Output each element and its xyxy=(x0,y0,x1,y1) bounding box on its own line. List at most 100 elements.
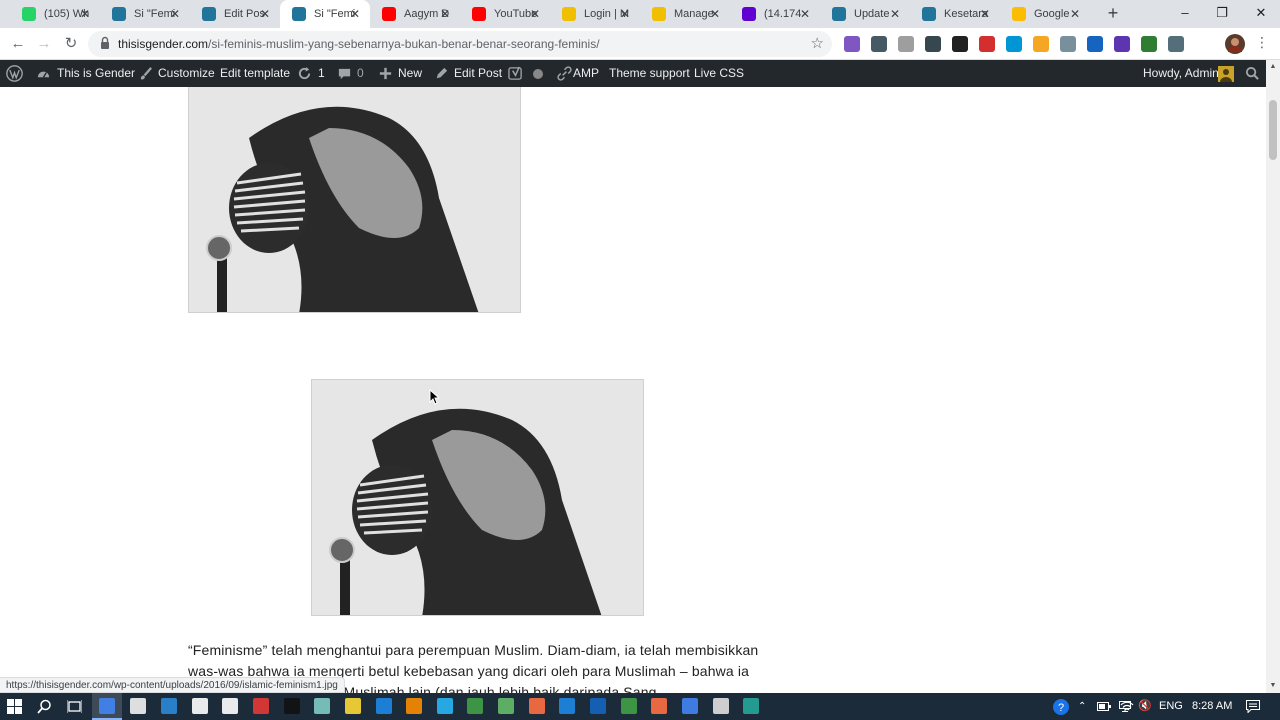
app-icon[interactable] xyxy=(376,698,392,714)
article-image-1[interactable] xyxy=(188,87,521,313)
minimize-button[interactable]: – xyxy=(1166,0,1204,28)
bookmark-star-icon[interactable]: ☆ xyxy=(811,34,824,52)
scroll-up-icon[interactable]: ▲ xyxy=(1266,60,1280,74)
tab-close-icon[interactable]: ✕ xyxy=(438,7,452,21)
page-scrollbar[interactable]: ▲ ▼ xyxy=(1266,60,1280,693)
volume-muted-icon[interactable]: 🔇 xyxy=(1138,693,1152,720)
drive-extension-icon[interactable] xyxy=(925,36,941,52)
app-icon[interactable] xyxy=(621,698,637,714)
settings-gear-icon[interactable] xyxy=(713,698,729,714)
tab-close-icon[interactable]: ✕ xyxy=(708,7,722,21)
app-icon[interactable] xyxy=(498,698,514,714)
onedrive-icon[interactable] xyxy=(437,698,453,714)
address-bar[interactable]: thisisgender.com/si-feminis-muslim-yang-… xyxy=(88,31,832,57)
user-avatar[interactable] xyxy=(1218,66,1234,82)
tray-chevron-up-icon[interactable]: ⌃ xyxy=(1078,693,1086,720)
scroll-down-icon[interactable]: ▼ xyxy=(1266,679,1280,693)
app-icon[interactable] xyxy=(284,698,300,714)
close-window-button[interactable]: ✕ xyxy=(1242,0,1280,28)
tab-close-icon[interactable]: ✕ xyxy=(978,7,992,21)
browser-tab[interactable]: Si "Femi ✕ xyxy=(280,0,370,28)
yoast-seo-icon[interactable] xyxy=(508,66,523,81)
wordpress-logo-icon[interactable] xyxy=(6,65,23,82)
browser-tab[interactable]: Update ✕ xyxy=(820,0,910,28)
vimeo-extension-icon[interactable] xyxy=(1033,36,1049,52)
browser-tab[interactable]: Manage ✕ xyxy=(640,0,730,28)
hp-extension-icon[interactable] xyxy=(1006,36,1022,52)
opera-icon[interactable] xyxy=(253,698,269,714)
notifications-icon[interactable] xyxy=(1246,700,1260,713)
tab-close-icon[interactable]: ✕ xyxy=(888,7,902,21)
camera-extension-icon[interactable] xyxy=(898,36,914,52)
profile-avatar[interactable] xyxy=(1225,34,1245,54)
site-name-link[interactable]: This is Gender xyxy=(57,60,135,87)
grid-extension-icon[interactable] xyxy=(1060,36,1076,52)
mail-icon[interactable] xyxy=(161,698,177,714)
download-extension-icon[interactable] xyxy=(1114,36,1130,52)
app-icon[interactable] xyxy=(314,698,330,714)
customize-link[interactable]: Customize xyxy=(158,60,215,87)
puzzle-extension-icon[interactable] xyxy=(1141,36,1157,52)
tab-close-icon[interactable]: ✕ xyxy=(528,7,542,21)
tab-close-icon[interactable]: ✕ xyxy=(798,7,812,21)
clock[interactable]: 8:28 AM xyxy=(1192,693,1232,720)
browser-tab[interactable]: Aagym D ✕ xyxy=(370,0,460,28)
theme-support-link[interactable]: Theme support xyxy=(609,60,690,87)
key-extension-icon[interactable] xyxy=(1168,36,1184,52)
tab-close-icon[interactable]: ✕ xyxy=(348,7,362,21)
store-icon[interactable] xyxy=(130,698,146,714)
app-icon[interactable] xyxy=(529,698,545,714)
tab-close-icon[interactable]: ✕ xyxy=(1068,7,1082,21)
forward-icon[interactable]: → xyxy=(34,34,54,54)
app-icon[interactable] xyxy=(743,698,759,714)
edit-post-link[interactable]: Edit Post xyxy=(454,60,502,87)
browser-tab[interactable]: Kesetara ✕ xyxy=(910,0,1000,28)
windows-start-icon[interactable] xyxy=(7,699,22,714)
browser-tab[interactable]: Edit Pos ✕ xyxy=(190,0,280,28)
maximize-button[interactable]: ❐ xyxy=(1203,0,1241,28)
search-icon[interactable] xyxy=(1245,66,1260,81)
browser-tab[interactable]: (105) Wh ✕ xyxy=(10,0,100,28)
browser-tab[interactable]: YouTube ✕ xyxy=(460,0,550,28)
chrome-icon[interactable] xyxy=(682,698,698,714)
browser-tab[interactable]: Google ✕ xyxy=(1000,0,1090,28)
browser-tab[interactable]: (14.174 ✕ xyxy=(730,0,820,28)
back-icon[interactable]: ← xyxy=(8,34,28,54)
article-image-2[interactable] xyxy=(311,379,644,616)
screen-extension-icon[interactable] xyxy=(1087,36,1103,52)
browser-tab[interactable]: Si "Femi ✕ xyxy=(100,0,190,28)
updates-icon[interactable] xyxy=(297,66,312,81)
app-icon[interactable] xyxy=(345,698,361,714)
vscode-icon[interactable] xyxy=(559,698,575,714)
reload-icon[interactable]: ↻ xyxy=(61,34,81,54)
home-extension-icon[interactable] xyxy=(952,36,968,52)
tab-close-icon[interactable]: ✕ xyxy=(168,7,182,21)
tab-close-icon[interactable]: ✕ xyxy=(258,7,272,21)
new-content-link[interactable]: New xyxy=(398,60,422,87)
battery-icon[interactable] xyxy=(1097,702,1111,711)
app-icon[interactable] xyxy=(192,698,208,714)
language-indicator[interactable]: ENG xyxy=(1159,693,1183,720)
tab-close-icon[interactable]: ✕ xyxy=(78,7,92,21)
app-icon[interactable] xyxy=(590,698,606,714)
howdy-user-menu[interactable]: Howdy, Admin xyxy=(1143,60,1219,87)
tab-close-icon[interactable]: ✕ xyxy=(618,7,632,21)
new-tab-button[interactable]: + xyxy=(1104,4,1122,24)
app-icon[interactable] xyxy=(222,698,238,714)
app-icon[interactable] xyxy=(467,698,483,714)
menu-kebab-icon[interactable]: ⋮ xyxy=(1255,35,1269,49)
live-css-link[interactable]: Live CSS xyxy=(694,60,744,87)
comments-icon[interactable] xyxy=(337,66,352,81)
shield-extension-icon[interactable] xyxy=(871,36,887,52)
browser-tab[interactable]: Login | M ✕ xyxy=(550,0,640,28)
amp-link[interactable]: AMP xyxy=(573,60,599,87)
search-icon[interactable] xyxy=(37,699,52,714)
task-view-icon[interactable] xyxy=(67,699,82,714)
chrome-icon[interactable] xyxy=(99,698,115,714)
pen-extension-icon[interactable] xyxy=(844,36,860,52)
scrollbar-thumb[interactable] xyxy=(1269,100,1277,160)
app-icon[interactable] xyxy=(651,698,667,714)
app-icon[interactable] xyxy=(406,698,422,714)
wifi-icon[interactable] xyxy=(1120,700,1134,712)
ad-extension-icon[interactable] xyxy=(979,36,995,52)
